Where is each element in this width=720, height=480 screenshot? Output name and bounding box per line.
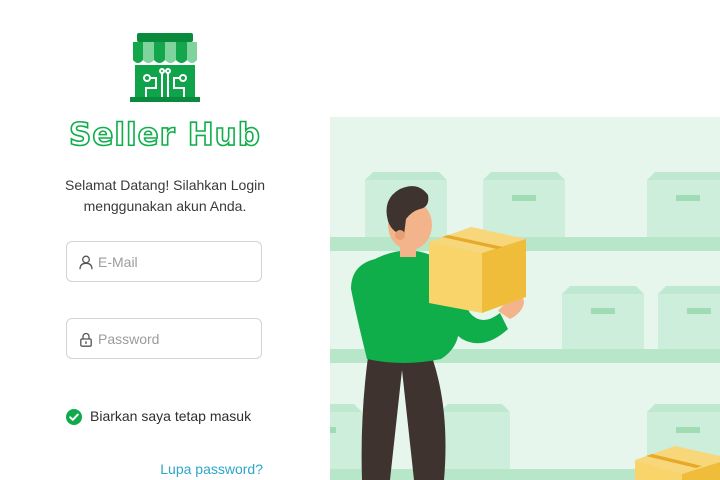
welcome-line-2: menggunakan akun Anda. [83, 198, 247, 214]
forgot-password-link[interactable]: Lupa password? [160, 461, 263, 477]
user-icon [79, 255, 93, 270]
welcome-message: Selamat Datang! Silahkan Login menggunak… [40, 175, 290, 217]
brand-title: Seller Hub [68, 116, 261, 154]
store-logo-icon [130, 33, 200, 102]
login-panel: Seller Hub Selamat Datang! Silahkan Logi… [0, 0, 330, 480]
email-field[interactable] [66, 241, 262, 282]
lock-icon [80, 332, 92, 347]
password-input[interactable] [98, 328, 248, 350]
email-input[interactable] [98, 251, 248, 273]
warehouse-illustration [330, 117, 720, 480]
welcome-line-1: Selamat Datang! Silahkan Login [64, 177, 266, 193]
remember-checkbox[interactable] [66, 409, 82, 425]
password-field[interactable] [66, 318, 262, 359]
remember-label: Biarkan saya tetap masuk [90, 408, 252, 424]
check-icon [69, 413, 79, 421]
